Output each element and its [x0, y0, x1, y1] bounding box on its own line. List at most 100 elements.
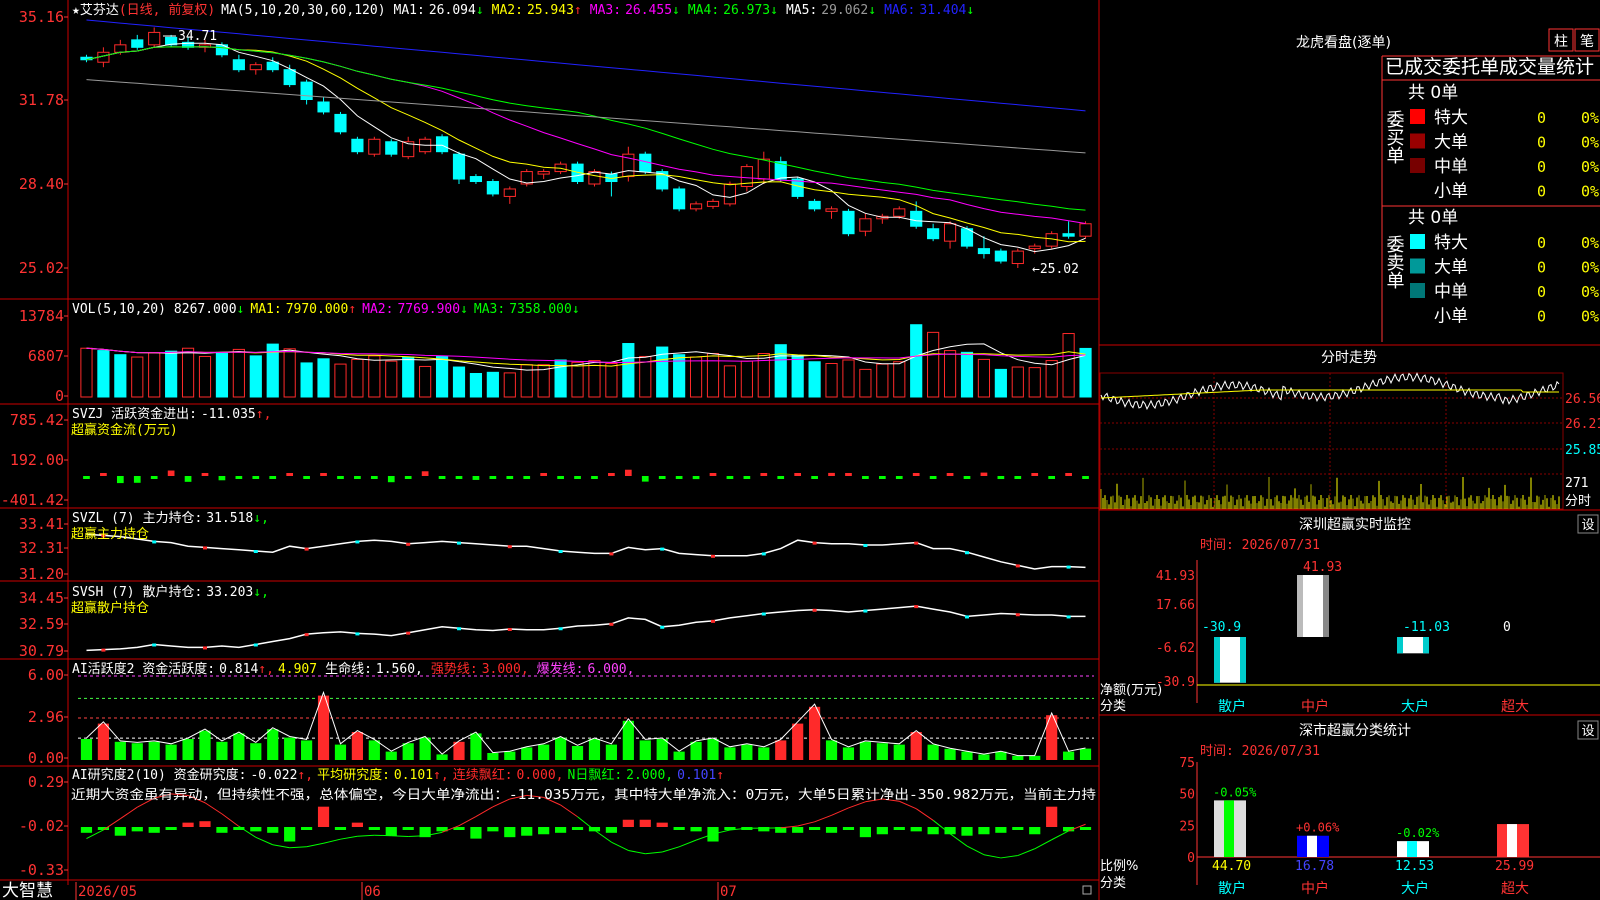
order-count: 0: [1537, 158, 1546, 176]
monitor-y-tick: 17.66: [1156, 598, 1195, 613]
ma3-line: [86, 46, 1086, 224]
research-bar: [470, 827, 482, 839]
stats-bar-stripe: [1224, 800, 1234, 857]
svzj-bar: [946, 473, 954, 476]
activity-bar: [605, 744, 617, 760]
stats-bar-stripe: [1407, 841, 1417, 857]
y-tick-label: 31.78: [19, 91, 64, 109]
monitor-category: 超大: [1501, 699, 1529, 715]
date-label: 07: [720, 884, 737, 900]
volume-bar: [80, 347, 93, 398]
candle-body: [131, 39, 144, 48]
svsh_panel-value: 33.203: [206, 585, 253, 600]
activity-bar: [876, 743, 888, 760]
research-bar: [809, 827, 821, 830]
y-tick-label: 13784: [19, 307, 64, 325]
order-name: 中单: [1434, 157, 1468, 177]
svzj-bar: [1014, 476, 1022, 479]
vol-arrow: ↓: [237, 302, 245, 317]
volume-bar: [622, 343, 635, 398]
activity-bar: [368, 740, 380, 760]
ma-arrow: ↓: [966, 3, 974, 18]
activity-bar: [571, 746, 584, 760]
sell-total: 共 0单: [1408, 208, 1458, 228]
svzj-bar: [692, 476, 700, 480]
volume-bar: [148, 352, 161, 398]
monitor-settings-label: 设: [1581, 518, 1594, 533]
svzj-bar: [997, 476, 1005, 480]
candle-body: [435, 136, 449, 153]
activity-bar: [1012, 755, 1024, 760]
volume-bar: [469, 372, 483, 398]
research-bar: [385, 827, 397, 836]
realtime-monitor-chart: 41.9317.66-6.62-30.9净额(万元)分类-30.9散户41.93…: [1100, 560, 1600, 715]
volume-bar: [927, 331, 940, 398]
monitor-value-label: -30.9: [1202, 620, 1241, 635]
category-stats-chart: 75 50 25 0 比例% 分类 -0.05% 44.70 散户 +0.06% 16.78 中户 -0…: [1100, 756, 1600, 897]
volume-bar: [1028, 367, 1041, 398]
monitor-bar-shade: [1323, 575, 1329, 637]
vol-ma-label: MA2:: [362, 302, 393, 317]
svzj-bar: [557, 476, 564, 479]
activity-bar: [842, 747, 855, 760]
y-tick-label: 32.59: [19, 615, 64, 633]
svzl-tick: [355, 540, 360, 544]
volume-bar: [317, 358, 330, 398]
research-bar: [216, 827, 228, 833]
activity-bar: [487, 753, 499, 760]
stats-category: 大户: [1401, 880, 1429, 897]
svzl-tick: [914, 541, 919, 545]
volume-bar: [977, 358, 991, 398]
activity-bar: [1029, 755, 1041, 760]
svzj-bar: [760, 473, 768, 476]
candle-body: [283, 69, 296, 86]
svsh-tick: [253, 643, 258, 647]
y-tick-label: 33.41: [19, 515, 64, 533]
candle-body: [757, 158, 770, 180]
activity-bar: [707, 739, 719, 760]
monitor-bar: [1214, 637, 1246, 683]
research-bar: [995, 827, 1007, 833]
candle-body: [1062, 233, 1075, 237]
svzl_panel-subtitle: 超赢主力持仓: [71, 526, 149, 542]
volume-bar: [419, 365, 432, 398]
research-line: [1000, 855, 1018, 859]
svsh-tick: [101, 648, 106, 652]
order-name: 中单: [1434, 282, 1468, 302]
monitor-xlabel: 分类: [1100, 699, 1126, 714]
svzj-bar: [540, 473, 548, 476]
svzj-bar: [286, 473, 294, 476]
svsh-tick: [812, 608, 817, 612]
svsh-tick: [355, 632, 360, 636]
svzj-bar: [133, 476, 141, 483]
stats-category: 中户: [1301, 880, 1329, 897]
research-line: [1051, 830, 1069, 841]
stats-bar: [1214, 800, 1246, 857]
research-bar: [114, 827, 126, 836]
svzj-bar: [828, 472, 835, 476]
avg-arrow: ↑,: [433, 768, 449, 783]
stats-change-label: -0.02%: [1396, 826, 1440, 840]
candle-body: [1011, 250, 1024, 265]
ma-label: MA5:: [786, 3, 817, 18]
y-tick-label: 192.00: [10, 451, 64, 469]
volume-bar: [114, 354, 127, 398]
research-bar: [893, 827, 905, 830]
svzj-bars: [83, 469, 1089, 484]
research-bar: [555, 827, 567, 833]
candle-body: [334, 113, 347, 133]
main-chart-canvas: 35.16 31.78 28.40 25.02 13784 6807 0 785.42 192.…: [0, 0, 1600, 900]
activity-bar: [758, 747, 770, 760]
intraday-frame: [1099, 372, 1564, 510]
star-icon: ★: [72, 3, 80, 18]
activity-bar: [233, 733, 245, 760]
ai1-value: 0.814: [219, 662, 258, 677]
volume-bar: [368, 355, 381, 398]
volume-bar: [842, 359, 855, 398]
svzj-bar: [489, 476, 497, 479]
svzj-bar: [320, 473, 327, 476]
order-swatch: [1410, 307, 1425, 323]
activity-bar: [80, 739, 93, 760]
research-line: [628, 849, 646, 855]
burst-value: 6.000,: [588, 662, 635, 677]
